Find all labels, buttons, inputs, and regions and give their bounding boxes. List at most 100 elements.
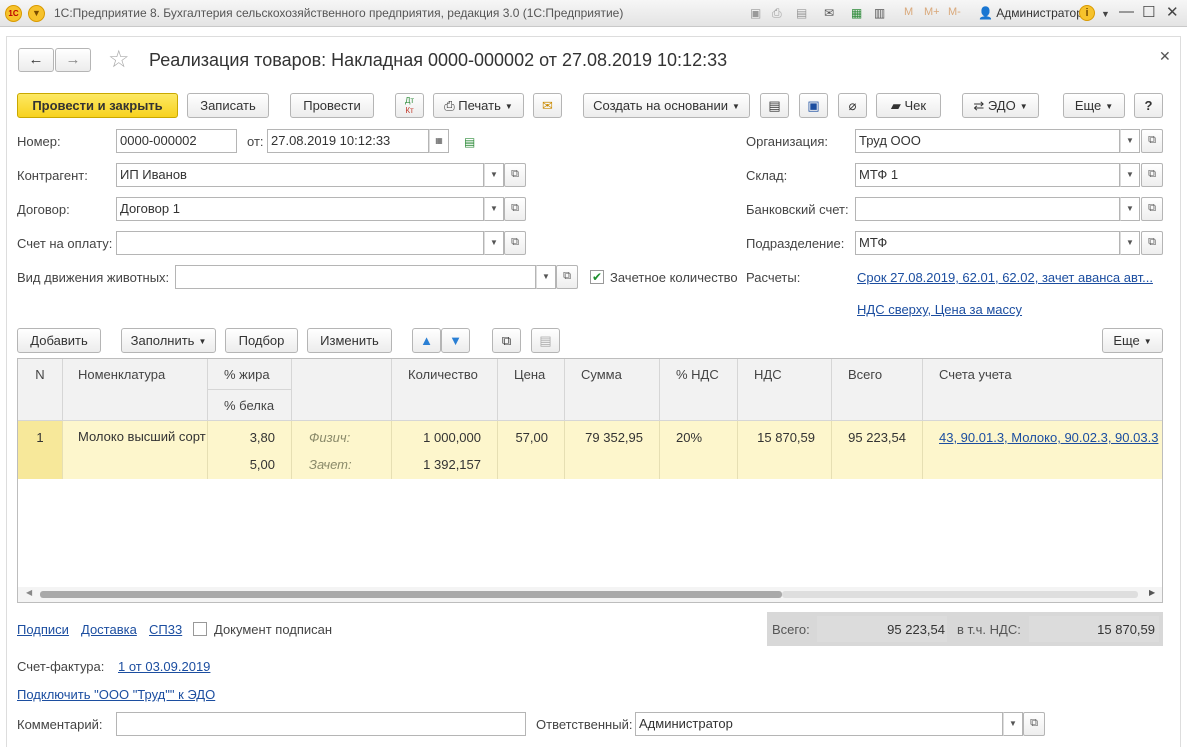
invoice-field[interactable] bbox=[116, 231, 484, 255]
connect-edo-link[interactable]: Подключить "ООО "Труд"" к ЭДО bbox=[17, 687, 215, 702]
main-menu-icon[interactable]: ▼ bbox=[28, 5, 45, 22]
department-field[interactable]: МТФ bbox=[855, 231, 1120, 255]
responsible-field[interactable]: Администратор bbox=[635, 712, 1003, 736]
bank-account-open-icon[interactable]: ⧉ bbox=[1141, 197, 1163, 221]
contract-open-icon[interactable]: ⧉ bbox=[504, 197, 526, 221]
history-icon[interactable]: ▤ bbox=[464, 135, 475, 149]
animal-movement-field[interactable] bbox=[175, 265, 536, 289]
col-header-protein[interactable]: % белка bbox=[208, 390, 292, 421]
save-button[interactable]: Записать bbox=[187, 93, 269, 118]
cell-total[interactable]: 95 223,54 bbox=[832, 421, 923, 479]
dt-kt-button[interactable]: Дт Кт bbox=[395, 93, 424, 118]
animal-movement-dropdown-icon[interactable]: ▼ bbox=[536, 265, 556, 289]
warehouse-open-icon[interactable]: ⧉ bbox=[1141, 163, 1163, 187]
scrollbar-track[interactable] bbox=[782, 591, 1138, 598]
pick-button[interactable]: Подбор bbox=[225, 328, 298, 353]
warehouse-field[interactable]: МТФ 1 bbox=[855, 163, 1120, 187]
print-button[interactable]: ⎙ Печать ▼ bbox=[433, 93, 524, 118]
responsible-open-icon[interactable]: ⧉ bbox=[1023, 712, 1045, 736]
document-signed-checkbox[interactable] bbox=[193, 622, 207, 636]
organization-dropdown-icon[interactable]: ▼ bbox=[1120, 129, 1140, 153]
preview-icon[interactable]: ▤ bbox=[796, 6, 807, 20]
save-icon[interactable]: ▣ bbox=[750, 6, 761, 20]
vat-settings-link[interactable]: НДС сверху, Цена за массу bbox=[857, 302, 1022, 317]
counterparty-dropdown-icon[interactable]: ▼ bbox=[484, 163, 504, 187]
cell-n[interactable]: 1 bbox=[18, 421, 63, 479]
receipt-button[interactable]: ▰ Чек bbox=[876, 93, 941, 118]
col-header-n[interactable]: N bbox=[18, 359, 63, 421]
cell-vat-percent[interactable]: 20% bbox=[660, 421, 738, 479]
more-button[interactable]: Еще ▼ bbox=[1063, 93, 1125, 118]
date-field[interactable]: 27.08.2019 10:12:33 bbox=[267, 129, 429, 153]
memory-m-button[interactable]: M bbox=[904, 6, 913, 18]
contract-field[interactable]: Договор 1 bbox=[116, 197, 484, 221]
current-user[interactable]: 👤 Администратор bbox=[978, 6, 1083, 20]
col-header-total[interactable]: Всего bbox=[832, 359, 923, 421]
col-header-price[interactable]: Цена bbox=[498, 359, 565, 421]
move-up-button[interactable]: ▲ bbox=[412, 328, 441, 353]
fill-button[interactable]: Заполнить ▼ bbox=[121, 328, 216, 353]
edit-button[interactable]: Изменить bbox=[307, 328, 392, 353]
department-open-icon[interactable]: ⧉ bbox=[1141, 231, 1163, 255]
organization-open-icon[interactable]: ⧉ bbox=[1141, 129, 1163, 153]
bank-account-dropdown-icon[interactable]: ▼ bbox=[1120, 197, 1140, 221]
calculator-icon[interactable]: ▦ bbox=[851, 6, 862, 20]
animal-movement-open-icon[interactable]: ⧉ bbox=[556, 265, 578, 289]
document-journal-button[interactable]: ▤ bbox=[760, 93, 789, 118]
memory-plus-button[interactable]: M+ bbox=[924, 6, 940, 18]
counterparty-open-icon[interactable]: ⧉ bbox=[504, 163, 526, 187]
col-header-accounts[interactable]: Счета учета bbox=[923, 359, 1162, 421]
department-dropdown-icon[interactable]: ▼ bbox=[1120, 231, 1140, 255]
post-button[interactable]: Провести bbox=[290, 93, 374, 118]
close-form-icon[interactable]: ✕ bbox=[1159, 48, 1171, 65]
mail-icon[interactable]: ✉ bbox=[824, 6, 834, 20]
col-header-sum[interactable]: Сумма bbox=[565, 359, 660, 421]
scroll-right-icon[interactable]: ▶ bbox=[1149, 588, 1155, 597]
accounts-link[interactable]: 43, 90.01.3, Молоко, 90.02.3, 90.03.3 bbox=[939, 430, 1158, 445]
calendar-icon[interactable]: ▥ bbox=[874, 6, 885, 20]
calendar-picker-icon[interactable]: ▦ bbox=[429, 129, 449, 153]
comment-field[interactable] bbox=[116, 712, 526, 736]
close-window-icon[interactable]: ✕ bbox=[1166, 3, 1179, 21]
bank-account-field[interactable] bbox=[855, 197, 1120, 221]
invoice-doc-link[interactable]: 1 от 03.09.2019 bbox=[118, 659, 210, 674]
move-down-button[interactable]: ▼ bbox=[441, 328, 470, 353]
maximize-icon[interactable]: ☐ bbox=[1142, 3, 1155, 21]
scroll-left-icon[interactable]: ◀ bbox=[26, 588, 32, 597]
edo-button[interactable]: ⇄ ЭДО ▼ bbox=[962, 93, 1039, 118]
cell-item[interactable]: Молоко высший сорт bbox=[63, 421, 208, 479]
warehouse-dropdown-icon[interactable]: ▼ bbox=[1120, 163, 1140, 187]
info-icon[interactable]: i bbox=[1079, 5, 1095, 21]
info-menu-chevron-icon[interactable]: ▼ bbox=[1101, 9, 1110, 19]
sp33-link[interactable]: СП33 bbox=[149, 622, 182, 637]
delivery-link[interactable]: Доставка bbox=[81, 622, 137, 637]
minimize-icon[interactable]: — bbox=[1119, 3, 1134, 20]
add-row-button[interactable]: Добавить bbox=[17, 328, 101, 353]
table-horizontal-scrollbar[interactable]: ◀ ▶ bbox=[18, 587, 1162, 602]
copy-rows-button[interactable]: ⧉ bbox=[492, 328, 521, 353]
cell-qty-credit[interactable]: 1 392,157 bbox=[392, 450, 498, 479]
col-header-vat-percent[interactable]: % НДС bbox=[660, 359, 738, 421]
cell-vat[interactable]: 15 870,59 bbox=[738, 421, 832, 479]
col-header-vat[interactable]: НДС bbox=[738, 359, 832, 421]
scrollbar-thumb[interactable] bbox=[40, 591, 782, 598]
number-field[interactable]: 0000-000002 bbox=[116, 129, 237, 153]
back-button[interactable]: ← bbox=[18, 48, 54, 72]
contract-dropdown-icon[interactable]: ▼ bbox=[484, 197, 504, 221]
favorite-star-icon[interactable]: ☆ bbox=[108, 45, 130, 74]
cell-accounts[interactable]: 43, 90.01.3, Молоко, 90.02.3, 90.03.3 bbox=[923, 421, 1162, 479]
col-header-item[interactable]: Номенклатура bbox=[63, 359, 208, 421]
responsible-dropdown-icon[interactable]: ▼ bbox=[1003, 712, 1023, 736]
memory-minus-button[interactable]: M- bbox=[948, 6, 961, 18]
invoice-open-icon[interactable]: ⧉ bbox=[504, 231, 526, 255]
email-button[interactable]: ✉ bbox=[533, 93, 562, 118]
cell-protein[interactable]: 5,00 bbox=[208, 450, 292, 479]
help-button[interactable]: ? bbox=[1134, 93, 1163, 118]
post-and-close-button[interactable]: Провести и закрыть bbox=[17, 93, 178, 118]
signatures-link[interactable]: Подписи bbox=[17, 622, 69, 637]
attach-files-button[interactable]: ⌀ bbox=[838, 93, 867, 118]
cell-sum[interactable]: 79 352,95 bbox=[565, 421, 660, 479]
col-header-qty[interactable]: Количество bbox=[392, 359, 498, 421]
table-more-button[interactable]: Еще ▼ bbox=[1102, 328, 1163, 353]
structure-button[interactable]: ▣ bbox=[799, 93, 828, 118]
